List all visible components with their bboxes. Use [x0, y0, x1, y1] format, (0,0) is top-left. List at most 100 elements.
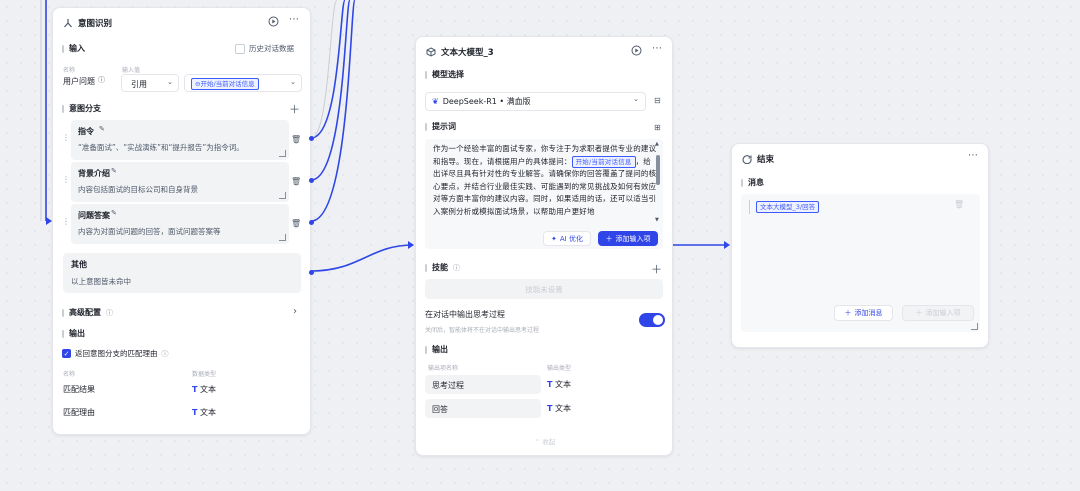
other-port[interactable] [309, 270, 314, 275]
param-name: 用户问题 [63, 77, 95, 86]
chevron-right-icon[interactable]: › [293, 306, 297, 317]
return-reason-checkbox[interactable]: ✓ 返回意图分支的匹配理由 ⓘ [62, 348, 169, 359]
chevron-down-icon: ⌄ [167, 78, 173, 86]
add-branch-icon[interactable]: ＋ [289, 101, 300, 117]
output-type: T 文本 [192, 408, 217, 417]
output-name-field[interactable]: 回答 [425, 399, 541, 418]
more-icon[interactable]: ⋯ [968, 150, 978, 161]
output-section-label: 输出 [62, 328, 85, 339]
edit-icon[interactable]: ✎ [111, 167, 117, 175]
thinking-toggle[interactable] [639, 313, 665, 327]
edit-icon[interactable]: ✎ [111, 209, 117, 217]
add-skill-icon[interactable]: ＋ [651, 261, 662, 277]
scroll-up-icon: ▲ [655, 141, 659, 147]
out-col-name-header: 输出项名称 [428, 365, 459, 372]
resize-handle-icon[interactable] [279, 150, 286, 157]
ai-optimize-button[interactable]: ✦ AI 优化 [543, 231, 591, 246]
prompt-text[interactable]: 作为一个经验丰富的面试专家，你专注于为求职者提供专业的建议和指导。现在，请根据用… [433, 143, 657, 218]
help-icon[interactable]: ⓘ [162, 349, 169, 359]
settings-sliders-icon[interactable]: ⊟ [654, 96, 661, 105]
plus-icon: ＋ [605, 234, 613, 243]
branch-port[interactable] [309, 178, 314, 183]
advanced-config[interactable]: 高级配置 ⓘ [62, 307, 113, 318]
message-section-label: 消息 [741, 177, 764, 188]
checkbox-empty-icon[interactable] [235, 43, 245, 54]
input-section-label: 输入 [62, 43, 85, 54]
delete-icon[interactable]: 🗑 [291, 219, 301, 228]
more-icon[interactable]: ⋯ [289, 14, 299, 25]
add-input-button[interactable]: ＋添加输入项 [598, 231, 658, 246]
ref-mode-select[interactable]: 引用 ⌄ [121, 74, 179, 92]
message-editor[interactable]: 文本大模型_3/回答 🗑 ＋添加消息 ＋添加输入项 [741, 194, 980, 332]
scroll-down-icon: ▼ [655, 217, 659, 223]
branch-name: 问题答案 [78, 211, 110, 220]
output-name: 匹配理由 [63, 408, 95, 417]
wire-other-to-llm [310, 244, 414, 272]
ref-value-select[interactable]: ⊖开始/当前对话信息 ⌄ [184, 74, 302, 92]
branch-port[interactable] [309, 136, 314, 141]
branch-desc: 内容包括面试的目标公司和自身背景 [78, 185, 198, 194]
model-select[interactable]: ❦ DeepSeek-R1 • 满血版 ⌄ [425, 92, 646, 111]
output-name: 匹配结果 [63, 385, 95, 394]
checkbox-checked-icon[interactable]: ✓ [62, 349, 71, 358]
resize-handle-icon[interactable] [279, 192, 286, 199]
output-type: T 文本 [547, 404, 572, 413]
llm-node-header: 文本大模型_3 [426, 46, 494, 58]
branch-name: 指令 [78, 127, 94, 136]
chevron-down-icon: ⌄ [290, 78, 296, 86]
run-icon[interactable] [631, 45, 642, 56]
output-type: T 文本 [192, 385, 217, 394]
model-section-label: 模型选择 [425, 69, 464, 80]
prompt-scrollbar[interactable]: ▲ ▼ [655, 141, 660, 225]
intent-node[interactable]: 意图识别 ⋯ 输入 历史对话数据 名称 输入值 用户问题 ⓘ 引用 ⌄ ⊖开始/… [52, 7, 314, 435]
help-icon[interactable]: ⓘ [98, 75, 105, 85]
run-icon[interactable] [268, 16, 279, 27]
help-icon: ⓘ [453, 263, 460, 272]
branch-desc: “准备面试”、“实战演练”和“提升报告”为指令词。 [78, 143, 244, 152]
delete-icon[interactable]: 🗑 [954, 200, 964, 209]
prompt-section-label: 提示词 [425, 121, 456, 132]
wire-branch-3 [310, 0, 356, 222]
end-node-title: 结束 [757, 155, 775, 165]
output-type: T 文本 [547, 380, 572, 389]
llm-node[interactable]: 文本大模型_3 ⋯ 模型选择 ❦ DeepSeek-R1 • 满血版 ⌄ ⊟ 提… [415, 36, 673, 456]
add-input-button-disabled[interactable]: ＋添加输入项 [902, 305, 974, 321]
text-type-icon: T [547, 380, 553, 389]
branch-item[interactable]: 指令 ✎ “准备面试”、“实战演练”和“提升报告”为指令词。 [71, 120, 289, 160]
out-col-type-header: 数据类型 [192, 371, 217, 378]
plus-icon: ＋ [844, 309, 852, 317]
chevron-down-icon: ⌄ [633, 95, 639, 103]
sparkle-icon: ✦ [551, 234, 557, 243]
plus-icon: ＋ [915, 309, 923, 317]
more-icon[interactable]: ⋯ [652, 43, 662, 54]
output-name-field[interactable]: 思考过程 [425, 375, 541, 394]
text-type-icon: T [192, 385, 198, 394]
end-node[interactable]: 结束 ⋯ 消息 文本大模型_3/回答 🗑 ＋添加消息 ＋添加输入项 [731, 143, 989, 348]
resize-handle-icon[interactable] [971, 323, 978, 330]
other-label: 其他 [71, 260, 87, 269]
skills-empty: 技能未设置 [425, 279, 663, 299]
intent-node-title: 意图识别 [78, 19, 113, 29]
delete-icon[interactable]: 🗑 [291, 177, 301, 186]
llm-output-section-label: 输出 [425, 344, 448, 355]
collapse-button[interactable]: ⌃ 收起 [416, 436, 674, 446]
branch-desc: 内容为对面试问题的回答，面试问题答案等 [78, 227, 221, 236]
other-desc: 以上意图皆未命中 [71, 277, 131, 286]
delete-icon[interactable]: 🗑 [291, 135, 301, 144]
llm-node-title: 文本大模型_3 [441, 48, 494, 58]
end-node-header: 结束 [742, 153, 774, 165]
cube-icon [426, 47, 436, 57]
edit-icon[interactable]: ✎ [99, 125, 105, 133]
text-type-icon: T [547, 404, 553, 413]
history-checkbox[interactable]: 历史对话数据 [235, 43, 294, 54]
thinking-desc: 关闭后，智能体将不在对话中输出思考过程 [425, 327, 540, 334]
resize-handle-icon[interactable] [279, 234, 286, 241]
branch-item[interactable]: 问题答案 ✎ 内容为对面试问题的回答，面试问题答案等 [71, 204, 289, 244]
add-message-button[interactable]: ＋添加消息 [834, 305, 893, 321]
expand-icon[interactable]: ⊞ [654, 123, 661, 132]
branch-port[interactable] [309, 220, 314, 225]
skills-section-label: 技能 ⓘ [425, 262, 460, 273]
other-branch[interactable]: 其他 以上意图皆未命中 [63, 253, 301, 293]
branch-item[interactable]: 背景介绍 ✎ 内容包括面试的目标公司和自身背景 [71, 162, 289, 202]
text-type-icon: T [192, 408, 198, 417]
